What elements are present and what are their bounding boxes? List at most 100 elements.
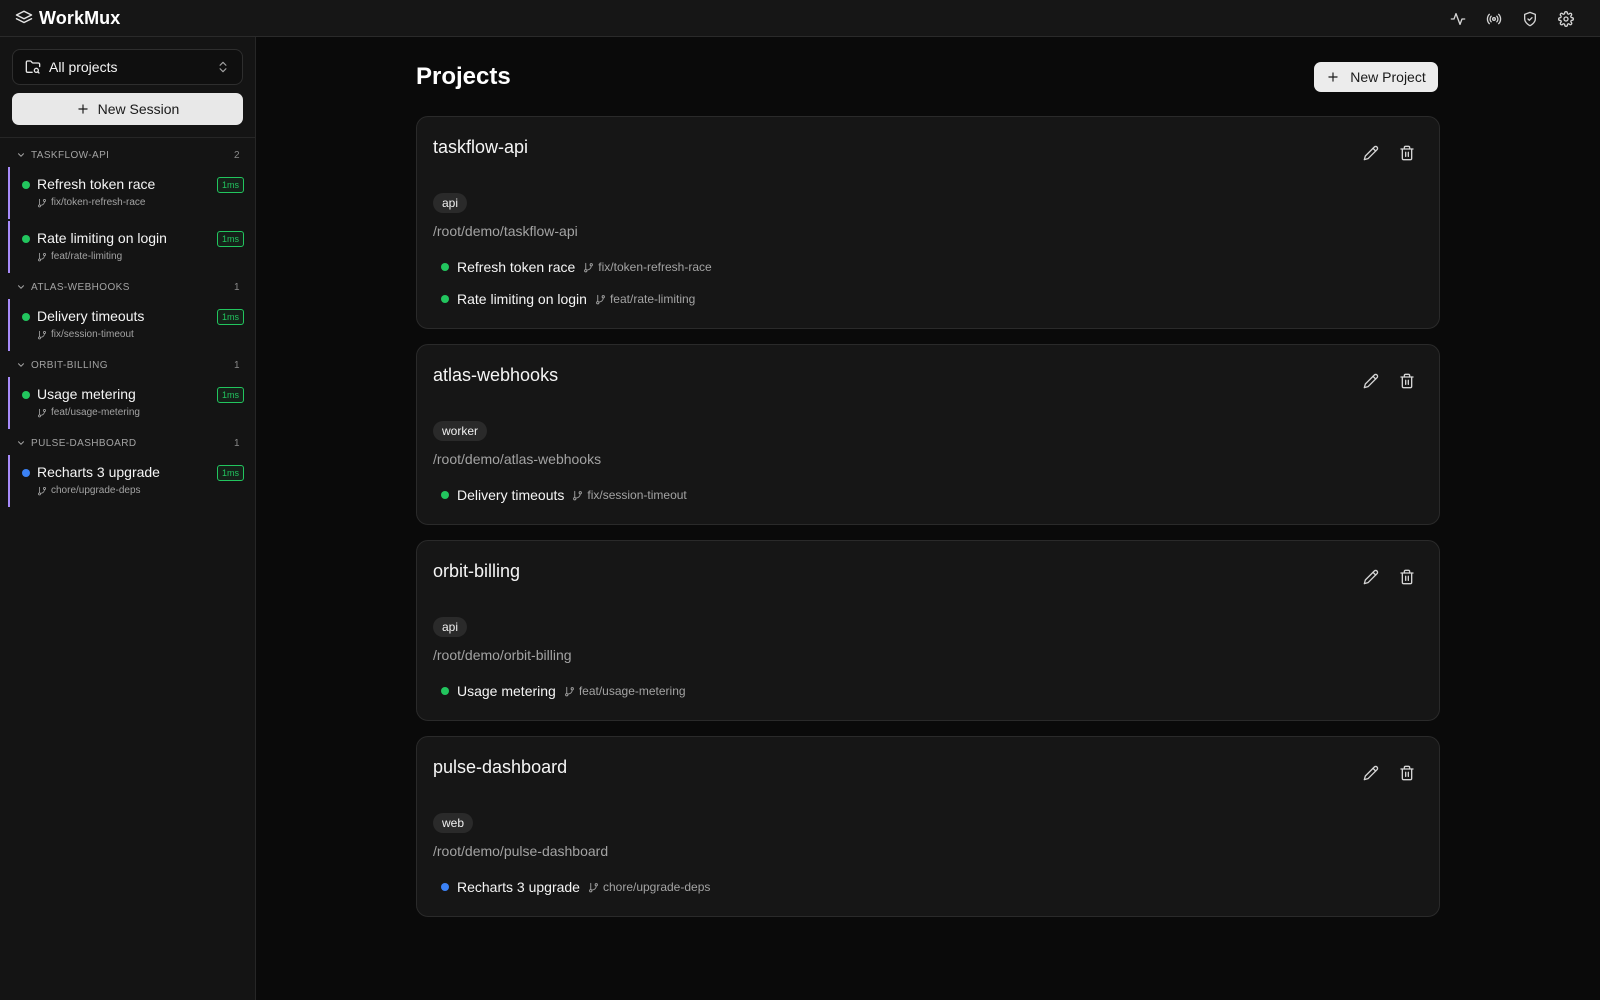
session-item-delivery-timeouts[interactable]: Delivery timeouts 1ms fix/session-timeou… xyxy=(8,299,256,351)
broadcast-icon[interactable] xyxy=(1478,3,1510,35)
project-path: /root/demo/pulse-dashboard xyxy=(433,843,609,859)
new-project-label: New Project xyxy=(1350,69,1426,85)
group-header-taskflow-api[interactable]: TASKFLOW-API 2 xyxy=(0,143,256,167)
plus-icon xyxy=(1328,72,1338,82)
delete-project-button[interactable] xyxy=(1391,561,1423,593)
main-content: Projects New Project taskflow-api api /r… xyxy=(256,37,1600,1000)
project-name: taskflow-api xyxy=(433,137,529,157)
chevron-down-icon xyxy=(17,153,25,157)
trash-icon xyxy=(1400,373,1414,389)
group-header-atlas-webhooks[interactable]: ATLAS-WEBHOOKS 1 xyxy=(0,275,256,299)
session-title: Recharts 3 upgrade xyxy=(457,879,580,895)
new-project-button[interactable]: New Project xyxy=(1314,62,1438,92)
session-item-recharts-3-upgrade[interactable]: Recharts 3 upgrade 1ms chore/upgrade-dep… xyxy=(8,455,256,507)
group-header-orbit-billing[interactable]: ORBIT-BILLING 1 xyxy=(0,353,256,377)
project-path: /root/demo/atlas-webhooks xyxy=(433,451,602,467)
session-item-refresh-token-race[interactable]: Refresh token race 1ms fix/token-refresh… xyxy=(8,167,256,219)
trash-icon xyxy=(1400,145,1414,161)
delete-project-button[interactable] xyxy=(1391,757,1423,789)
project-session-link[interactable]: Delivery timeouts fix/session-timeout xyxy=(441,485,687,505)
edit-project-button[interactable] xyxy=(1355,561,1387,593)
delete-project-button[interactable] xyxy=(1391,365,1423,397)
edit-project-button[interactable] xyxy=(1355,137,1387,169)
chevrons-up-down-icon xyxy=(216,60,230,74)
project-card-atlas-webhooks: atlas-webhooks worker /root/demo/atlas-w… xyxy=(416,344,1440,525)
edit-project-button[interactable] xyxy=(1355,757,1387,789)
project-session-link[interactable]: Rate limiting on login feat/rate-limitin… xyxy=(441,289,695,309)
sidebar: All projects New Session TASKFLOW-API 2 … xyxy=(0,37,256,1000)
git-branch-icon xyxy=(589,882,598,892)
branch-name: fix/token-refresh-race xyxy=(598,260,712,274)
project-actions xyxy=(1355,137,1423,169)
brand[interactable]: WorkMux xyxy=(15,8,120,29)
settings-icon[interactable] xyxy=(1550,3,1582,35)
project-path: /root/demo/orbit-billing xyxy=(433,647,572,663)
git-branch-icon xyxy=(573,490,583,500)
project-actions xyxy=(1355,757,1423,789)
project-card-taskflow-api: taskflow-api api /root/demo/taskflow-api… xyxy=(416,116,1440,329)
status-dot xyxy=(22,391,30,399)
group-count: 2 xyxy=(234,149,240,161)
session-branch: chore/upgrade-deps xyxy=(588,880,710,894)
latency-badge: 1ms xyxy=(216,231,244,247)
project-name: pulse-dashboard xyxy=(433,757,568,777)
activity-icon[interactable] xyxy=(1442,3,1474,35)
session-branch: fix/token-refresh-race xyxy=(583,260,712,274)
chevron-down-icon xyxy=(17,441,25,445)
group-count: 1 xyxy=(234,359,240,371)
latency-badge: 1ms xyxy=(216,177,244,193)
project-name: atlas-webhooks xyxy=(433,365,559,385)
git-branch-icon xyxy=(564,686,574,696)
plus-icon xyxy=(77,104,88,114)
session-title: Recharts 3 upgrade xyxy=(37,464,160,480)
project-session-link[interactable]: Refresh token race fix/token-refresh-rac… xyxy=(441,257,712,277)
project-actions xyxy=(1355,365,1423,397)
group-count: 1 xyxy=(234,437,240,449)
group-name: PULSE-DASHBOARD xyxy=(31,437,137,449)
session-item-rate-limiting-on-login[interactable]: Rate limiting on login 1ms feat/rate-lim… xyxy=(8,221,256,273)
session-title: Rate limiting on login xyxy=(457,291,587,307)
group-header-pulse-dashboard[interactable]: PULSE-DASHBOARD 1 xyxy=(0,431,256,455)
project-tag: worker xyxy=(433,421,488,441)
project-session-link[interactable]: Recharts 3 upgrade chore/upgrade-deps xyxy=(441,877,710,897)
session-title: Usage metering xyxy=(37,386,136,402)
status-dot xyxy=(441,263,449,271)
new-session-label: New Session xyxy=(97,101,180,117)
pencil-icon xyxy=(1363,569,1379,585)
delete-project-button[interactable] xyxy=(1391,137,1423,169)
status-dot xyxy=(441,687,449,695)
session-item-usage-metering[interactable]: Usage metering 1ms feat/usage-metering xyxy=(8,377,256,429)
project-select[interactable]: All projects xyxy=(12,49,243,85)
trash-icon xyxy=(1400,765,1414,781)
status-dot xyxy=(441,295,449,303)
folder-search-icon xyxy=(25,59,41,75)
project-card-pulse-dashboard: pulse-dashboard web /root/demo/pulse-das… xyxy=(416,736,1440,917)
session-groups: TASKFLOW-API 2 Refresh token race 1ms fi… xyxy=(0,143,256,509)
git-branch-icon xyxy=(38,408,46,417)
project-session-link[interactable]: Usage metering feat/usage-metering xyxy=(441,681,686,701)
new-session-button[interactable]: New Session xyxy=(12,93,243,125)
session-branch: feat/usage-metering xyxy=(37,407,140,418)
shield-check-icon[interactable] xyxy=(1514,3,1546,35)
project-actions xyxy=(1355,561,1423,593)
edit-project-button[interactable] xyxy=(1355,365,1387,397)
layers-logo-icon xyxy=(15,9,33,27)
session-title: Delivery timeouts xyxy=(457,487,565,503)
project-tag: api xyxy=(433,193,468,213)
project-tag: api xyxy=(433,617,468,637)
project-path: /root/demo/taskflow-api xyxy=(433,223,578,239)
git-branch-icon xyxy=(38,330,46,339)
branch-name: feat/usage-metering xyxy=(51,407,140,418)
trash-icon xyxy=(1400,569,1414,585)
project-name: orbit-billing xyxy=(433,561,521,581)
top-bar: WorkMux xyxy=(0,0,1600,37)
session-branch: fix/token-refresh-race xyxy=(37,197,145,208)
git-branch-icon xyxy=(38,198,46,207)
pencil-icon xyxy=(1363,765,1379,781)
session-title: Refresh token race xyxy=(457,259,576,275)
session-branch: fix/session-timeout xyxy=(572,488,687,502)
session-title: Rate limiting on login xyxy=(37,230,167,246)
session-title: Refresh token race xyxy=(37,176,156,192)
pencil-icon xyxy=(1363,373,1379,389)
status-dot xyxy=(441,883,449,891)
